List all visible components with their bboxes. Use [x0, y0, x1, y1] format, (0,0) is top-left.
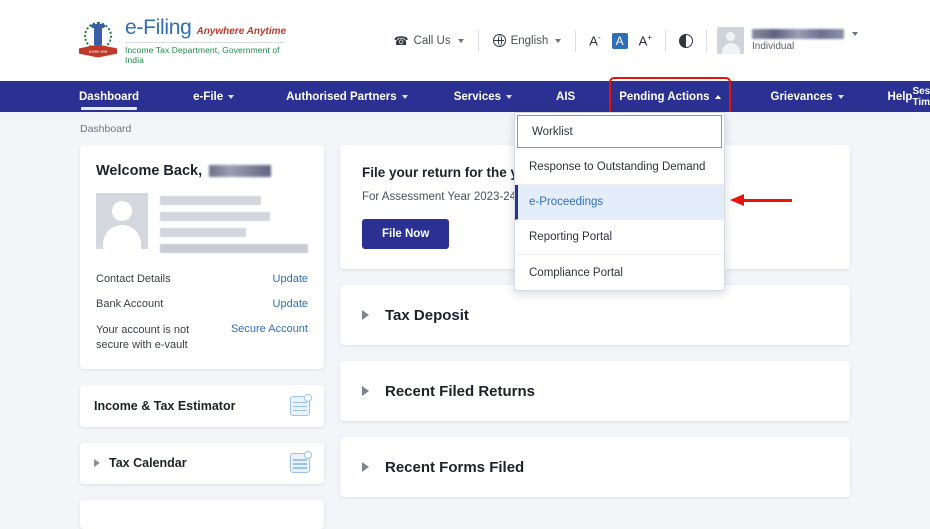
- nav-label: AIS: [556, 90, 576, 103]
- recent-forms-filed-label: Recent Forms Filed: [385, 458, 525, 476]
- chevron-down-icon: [852, 32, 858, 36]
- chevron-right-icon: [362, 310, 369, 320]
- font-normal-button[interactable]: A: [611, 32, 628, 49]
- contact-details-row: Contact Details Update: [96, 273, 308, 285]
- avatar: [717, 27, 744, 54]
- header-tools: ☎ Call Us English A- A A+ Individual: [380, 27, 858, 54]
- chevron-down-icon: [506, 94, 513, 99]
- left-column: Welcome Back, Contact Details Update Ban…: [80, 145, 324, 529]
- evault-label: Your account is not secure with e-vault: [96, 324, 190, 351]
- nav-item-pending-actions[interactable]: Pending Actions: [609, 77, 731, 116]
- calculator-icon: [290, 393, 312, 416]
- dropdown-item-worklist[interactable]: Worklist: [517, 115, 722, 148]
- user-type-label: Individual: [752, 41, 795, 52]
- call-us-label: Call Us: [413, 34, 451, 47]
- nav-item-ais[interactable]: AIS: [556, 81, 575, 112]
- chevron-up-icon: [714, 94, 721, 99]
- dropdown-item-response-to-outstanding-demand[interactable]: Response to Outstanding Demand: [515, 150, 724, 185]
- bank-account-row: Bank Account Update: [96, 298, 308, 310]
- chevron-right-icon: [94, 459, 100, 468]
- session-timer: Session Time 1 4 : 3 2: [912, 86, 930, 108]
- chevron-down-icon: [457, 38, 464, 43]
- language-selector[interactable]: English: [479, 29, 576, 53]
- page-root: सत्यमेव जयते e-Filing Anywhere Anytime I…: [0, 0, 930, 529]
- chevron-down-icon: [555, 38, 562, 43]
- card-partial-below[interactable]: [80, 500, 324, 529]
- divider: [665, 29, 666, 52]
- evault-row: Your account is not secure with e-vault …: [96, 323, 308, 353]
- globe-icon: [492, 34, 506, 47]
- nav-item-services[interactable]: Services: [453, 81, 513, 112]
- accordion-recent-forms-filed[interactable]: Recent Forms Filed: [340, 437, 850, 497]
- nav-item-authorised-partners[interactable]: Authorised Partners: [286, 81, 408, 112]
- nav-label: Pending Actions: [619, 90, 710, 103]
- welcome-title: Welcome Back,: [96, 163, 308, 179]
- top-header: सत्यमेव जयते e-Filing Anywhere Anytime I…: [0, 0, 930, 81]
- accordion-recent-filed-returns[interactable]: Recent Filed Returns: [340, 361, 850, 421]
- breadcrumb-current: Dashboard: [80, 122, 132, 135]
- brand-department: Income Tax Department, Government of Ind…: [125, 42, 285, 65]
- tax-deposit-label: Tax Deposit: [385, 306, 469, 324]
- breadcrumb: Dashboard: [0, 112, 930, 145]
- brand-name: e-Filing: [125, 16, 192, 39]
- phone-icon: ☎: [393, 33, 409, 48]
- card-income-tax-estimator[interactable]: Income & Tax Estimator: [80, 385, 324, 427]
- accordion-tax-deposit[interactable]: Tax Deposit: [340, 285, 850, 345]
- nav-label: Help: [887, 90, 913, 103]
- welcome-card: Welcome Back, Contact Details Update Ban…: [80, 145, 324, 369]
- profile-info-redacted: [160, 193, 308, 253]
- nav-item-e-file[interactable]: e-File: [193, 81, 235, 112]
- user-menu[interactable]: Individual: [707, 27, 858, 54]
- bank-account-update-link[interactable]: Update: [273, 298, 308, 310]
- income-tax-estimator-label: Income & Tax Estimator: [94, 398, 236, 413]
- nav-item-grievances[interactable]: Grievances: [771, 81, 844, 112]
- font-size-controls: A- A A+: [576, 32, 665, 49]
- session-timer-label: Session Time: [912, 85, 930, 108]
- chevron-down-icon: [228, 94, 235, 99]
- nav-item-dashboard[interactable]: Dashboard: [79, 81, 139, 112]
- font-decrease-button[interactable]: A-: [589, 33, 600, 48]
- nav-item-help[interactable]: Help: [888, 81, 913, 112]
- brand-tagline: Anywhere Anytime: [196, 26, 287, 37]
- bank-account-label: Bank Account: [96, 298, 164, 310]
- tax-calendar-label: Tax Calendar: [109, 456, 187, 471]
- dropdown-item-reporting-portal[interactable]: Reporting Portal: [515, 220, 724, 255]
- contact-details-label: Contact Details: [96, 273, 171, 285]
- profile-avatar: [96, 193, 148, 249]
- annotation-arrow-icon: [730, 193, 792, 208]
- welcome-title-text: Welcome Back,: [96, 163, 203, 179]
- nav-label: Services: [453, 90, 502, 103]
- pending-actions-dropdown: Worklist Response to Outstanding Demand …: [514, 112, 725, 291]
- user-name-redacted: [752, 29, 844, 39]
- font-increase-button[interactable]: A+: [639, 33, 652, 48]
- nav-label: Grievances: [770, 90, 833, 103]
- contact-details-update-link[interactable]: Update: [273, 273, 308, 285]
- language-label: English: [510, 34, 549, 47]
- welcome-name-redacted: [209, 165, 272, 177]
- call-us-button[interactable]: ☎ Call Us: [380, 29, 478, 53]
- chevron-right-icon: [362, 386, 369, 396]
- calendar-icon: [290, 451, 312, 474]
- brand-text: e-Filing Anywhere Anytime Income Tax Dep…: [125, 16, 286, 65]
- dropdown-item-compliance-portal[interactable]: Compliance Portal: [515, 255, 724, 290]
- nav-label: e-File: [193, 90, 224, 103]
- recent-filed-returns-label: Recent Filed Returns: [385, 382, 536, 400]
- india-emblem-icon: सत्यमेव जयते: [79, 21, 117, 61]
- secure-account-link[interactable]: Secure Account: [231, 323, 308, 335]
- file-now-button[interactable]: File Now: [362, 219, 450, 249]
- chevron-down-icon: [837, 94, 844, 99]
- main-navigation: Dashboard e-File Authorised Partners Ser…: [0, 77, 930, 116]
- dropdown-item-e-proceedings[interactable]: e-Proceedings: [515, 185, 724, 220]
- nav-label: Authorised Partners: [286, 90, 397, 103]
- site-logo[interactable]: सत्यमेव जयते e-Filing Anywhere Anytime I…: [79, 16, 286, 65]
- card-tax-calendar[interactable]: Tax Calendar: [80, 442, 324, 485]
- nav-label: Dashboard: [79, 90, 140, 103]
- contrast-icon[interactable]: [679, 33, 693, 48]
- chevron-right-icon: [362, 462, 369, 472]
- chevron-down-icon: [401, 94, 408, 99]
- emblem-motto: सत्यमेव जयते: [88, 50, 108, 55]
